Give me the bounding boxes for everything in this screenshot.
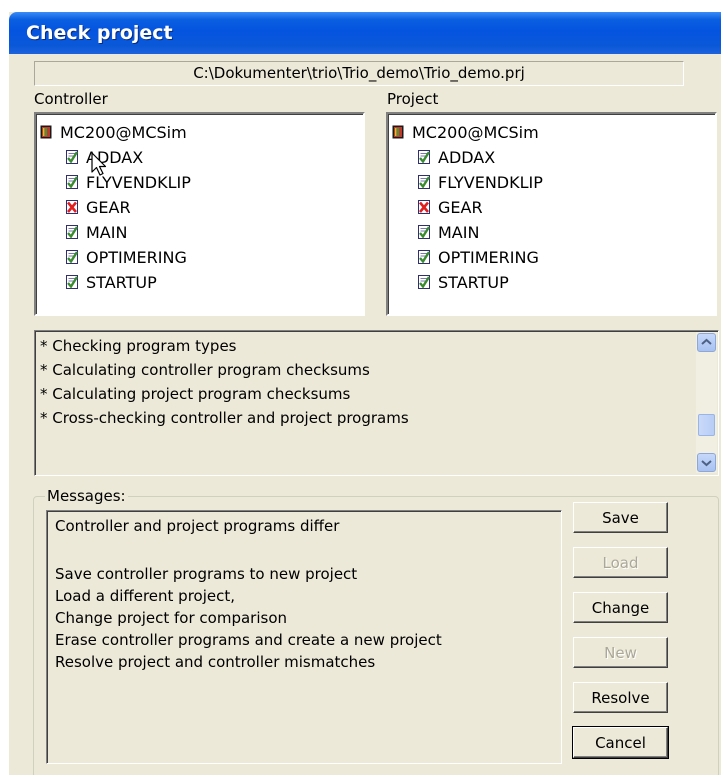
program-ok-icon [66,275,78,289]
log-line: * Calculating project program checksums [40,385,351,403]
project-tree-item[interactable]: ADDAX [418,145,495,169]
tree-item-label: GEAR [438,197,483,217]
message-line: Change project for comparison [55,609,288,627]
program-ok-icon [418,275,430,289]
log-scrollbar[interactable] [696,332,717,473]
project-tree-item[interactable]: FLYVENDKLIP [418,170,543,194]
program-ok-icon [66,150,78,164]
controller-tree-item[interactable]: GEAR [66,195,131,219]
message-line: Resolve project and controller mismatche… [55,653,376,671]
controller-icon [392,125,404,139]
project-label: Project [387,90,439,108]
chevron-down-icon [701,460,712,467]
new-button[interactable]: New [573,637,668,668]
save-button[interactable]: Save [573,502,668,533]
controller-tree-root[interactable]: MC200@MCSim [40,120,187,144]
program-error-icon [418,200,430,214]
project-tree-root[interactable]: MC200@MCSim [392,120,539,144]
tree-item-label: STARTUP [438,272,509,292]
progress-log[interactable]: * Checking program types * Calculating c… [34,330,719,476]
log-line: * Cross-checking controller and project … [40,409,409,427]
controller-label: Controller [34,90,108,108]
project-tree-item[interactable]: OPTIMERING [418,245,539,269]
program-ok-icon [66,250,78,264]
load-button[interactable]: Load [573,547,668,578]
message-line: Controller and project programs differ [55,517,340,535]
tree-item-label: FLYVENDKLIP [438,172,543,192]
mouse-cursor-icon [91,152,107,176]
scroll-thumb[interactable] [698,414,715,436]
log-line: * Checking program types [40,337,237,355]
controller-tree[interactable]: MC200@MCSim ADDAX FLYVENDKLIP GEAR MAIN OPTI… [34,112,365,316]
project-tree[interactable]: MC200@MCSim ADDAX FLYVENDKLIP GEAR MAIN OPTI… [386,112,717,316]
project-tree-item[interactable]: GEAR [418,195,483,219]
controller-tree-item[interactable]: MAIN [66,220,127,244]
program-ok-icon [418,250,430,264]
cancel-button[interactable]: Cancel [572,726,669,759]
project-tree-item[interactable]: MAIN [418,220,479,244]
message-line: Save controller programs to new project [55,565,358,583]
title-bar[interactable]: Check project [9,12,721,54]
messages-legend: Messages: [45,487,128,505]
controller-tree-item[interactable]: OPTIMERING [66,245,187,269]
tree-item-label: OPTIMERING [86,247,187,267]
scroll-down-button[interactable] [697,453,716,472]
message-line: Load a different project, [55,587,236,605]
change-button[interactable]: Change [573,592,668,623]
program-ok-icon [66,225,78,239]
project-path: C:\Dokumenter\trio\Trio_demo\Trio_demo.p… [34,61,684,86]
tree-item-label: ADDAX [438,147,496,167]
window-title: Check project [26,22,173,44]
controller-tree-item[interactable]: FLYVENDKLIP [66,170,191,194]
log-line: * Calculating controller program checksu… [40,361,370,379]
tree-root-label: MC200@MCSim [60,122,187,142]
resolve-button[interactable]: Resolve [573,682,668,713]
message-line: Erase controller programs and create a n… [55,631,442,649]
tree-item-label: MAIN [86,222,128,242]
messages-box: Controller and project programs differ S… [46,510,562,764]
tree-item-label: OPTIMERING [438,247,539,267]
program-ok-icon [418,225,430,239]
project-tree-item[interactable]: STARTUP [418,270,509,294]
tree-item-label: GEAR [86,197,131,217]
program-ok-icon [418,150,430,164]
program-ok-icon [418,175,430,189]
tree-item-label: STARTUP [86,272,157,292]
check-project-dialog: Check project C:\Dokumenter\trio\Trio_de… [9,12,721,775]
scroll-up-button[interactable] [697,333,716,352]
controller-icon [40,125,52,139]
tree-root-label: MC200@MCSim [412,122,539,142]
controller-tree-item[interactable]: STARTUP [66,270,157,294]
chevron-up-icon [701,338,712,345]
program-ok-icon [66,175,78,189]
tree-item-label: MAIN [438,222,480,242]
program-error-icon [66,200,78,214]
